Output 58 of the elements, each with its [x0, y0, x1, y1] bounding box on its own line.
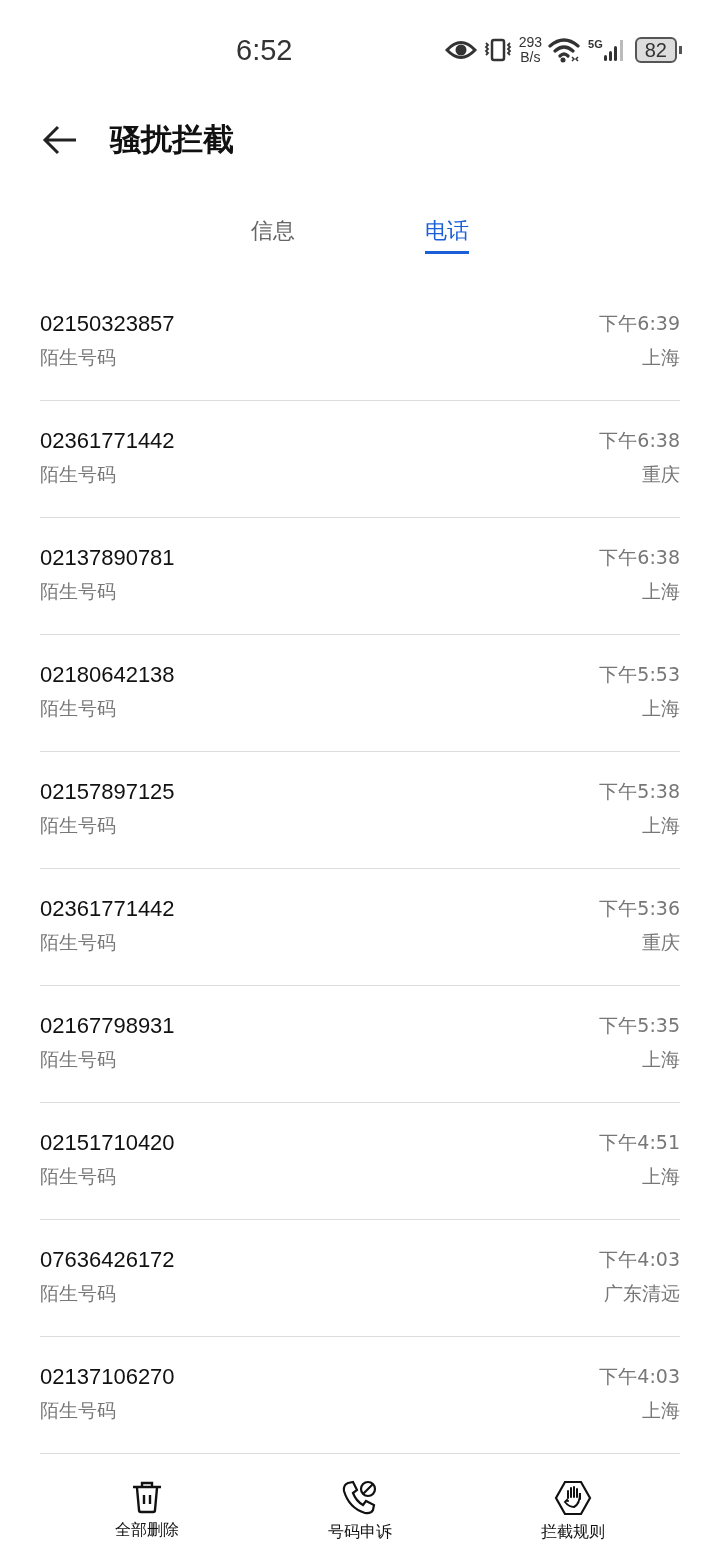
battery-indicator: 82 [634, 37, 677, 63]
phone-number[interactable]: 02157897125 [40, 779, 175, 805]
call-location: 重庆 [642, 462, 680, 487]
rules-button[interactable]: 拦截规则 [493, 1462, 654, 1560]
call-time: 下午5:36 [599, 896, 680, 921]
call-location: 上海 [642, 696, 680, 721]
call-location: 上海 [642, 1398, 680, 1423]
call-time: 下午4:03 [599, 1247, 680, 1272]
call-time: 下午4:03 [599, 1364, 680, 1389]
call-time: 下午6:39 [599, 311, 680, 336]
net-speed-value: 293 [518, 35, 543, 50]
status-time: 6:52 [236, 33, 293, 67]
phone-number[interactable]: 02137890781 [40, 545, 175, 571]
vibrate-icon [482, 38, 513, 62]
tab[interactable]: 电话 [425, 202, 469, 254]
phone-number[interactable]: 07636426172 [40, 1247, 175, 1273]
number-label: 陌生号码 [40, 462, 117, 487]
phone-number[interactable]: 02361771442 [40, 428, 175, 454]
number-label: 陌生号码 [40, 696, 117, 721]
number-label: 陌生号码 [40, 930, 117, 955]
wifi-icon [548, 37, 583, 63]
phone-number[interactable]: 02180642138 [40, 662, 175, 688]
call-location: 上海 [642, 345, 680, 370]
number-label: 陌生号码 [40, 345, 117, 370]
call-location: 上海 [642, 1047, 680, 1072]
number-label: 陌生号码 [40, 1047, 117, 1072]
back-arrow-icon[interactable] [42, 125, 78, 155]
tab[interactable]: 信息 [251, 202, 295, 254]
phone-block-icon [341, 1480, 379, 1516]
delete-button[interactable]: 全部删除 [66, 1462, 227, 1560]
appeal-button[interactable]: 号码申诉 [280, 1462, 440, 1560]
page-title: 骚扰拦截 [110, 120, 234, 159]
call-location: 广东清远 [604, 1281, 680, 1306]
net-speed-unit: B/s [520, 50, 541, 65]
number-label: 陌生号码 [40, 813, 117, 838]
call-time: 下午4:51 [599, 1130, 680, 1155]
phone-number[interactable]: 02137106270 [40, 1364, 175, 1390]
signal-icon [602, 38, 625, 62]
hand-stop-icon [554, 1480, 593, 1516]
call-location: 上海 [642, 813, 680, 838]
call-time: 下午6:38 [599, 545, 680, 570]
number-label: 陌生号码 [40, 1398, 117, 1423]
number-label: 陌生号码 [40, 579, 117, 604]
call-location: 重庆 [642, 930, 680, 955]
call-location: 上海 [642, 579, 680, 604]
call-time: 下午6:38 [599, 428, 680, 453]
eye-icon [444, 39, 477, 61]
call-time: 下午5:38 [599, 779, 680, 804]
phone-number[interactable]: 02150323857 [40, 311, 175, 337]
phone-number[interactable]: 02167798931 [40, 1013, 175, 1039]
network-type: 5G [588, 38, 603, 50]
call-time: 下午5:35 [599, 1013, 680, 1038]
call-time: 下午5:53 [599, 662, 680, 687]
phone-number[interactable]: 02151710420 [40, 1130, 175, 1156]
phone-number[interactable]: 02361771442 [40, 896, 175, 922]
call-location: 上海 [642, 1164, 680, 1189]
number-label: 陌生号码 [40, 1164, 117, 1189]
number-label: 陌生号码 [40, 1281, 117, 1306]
